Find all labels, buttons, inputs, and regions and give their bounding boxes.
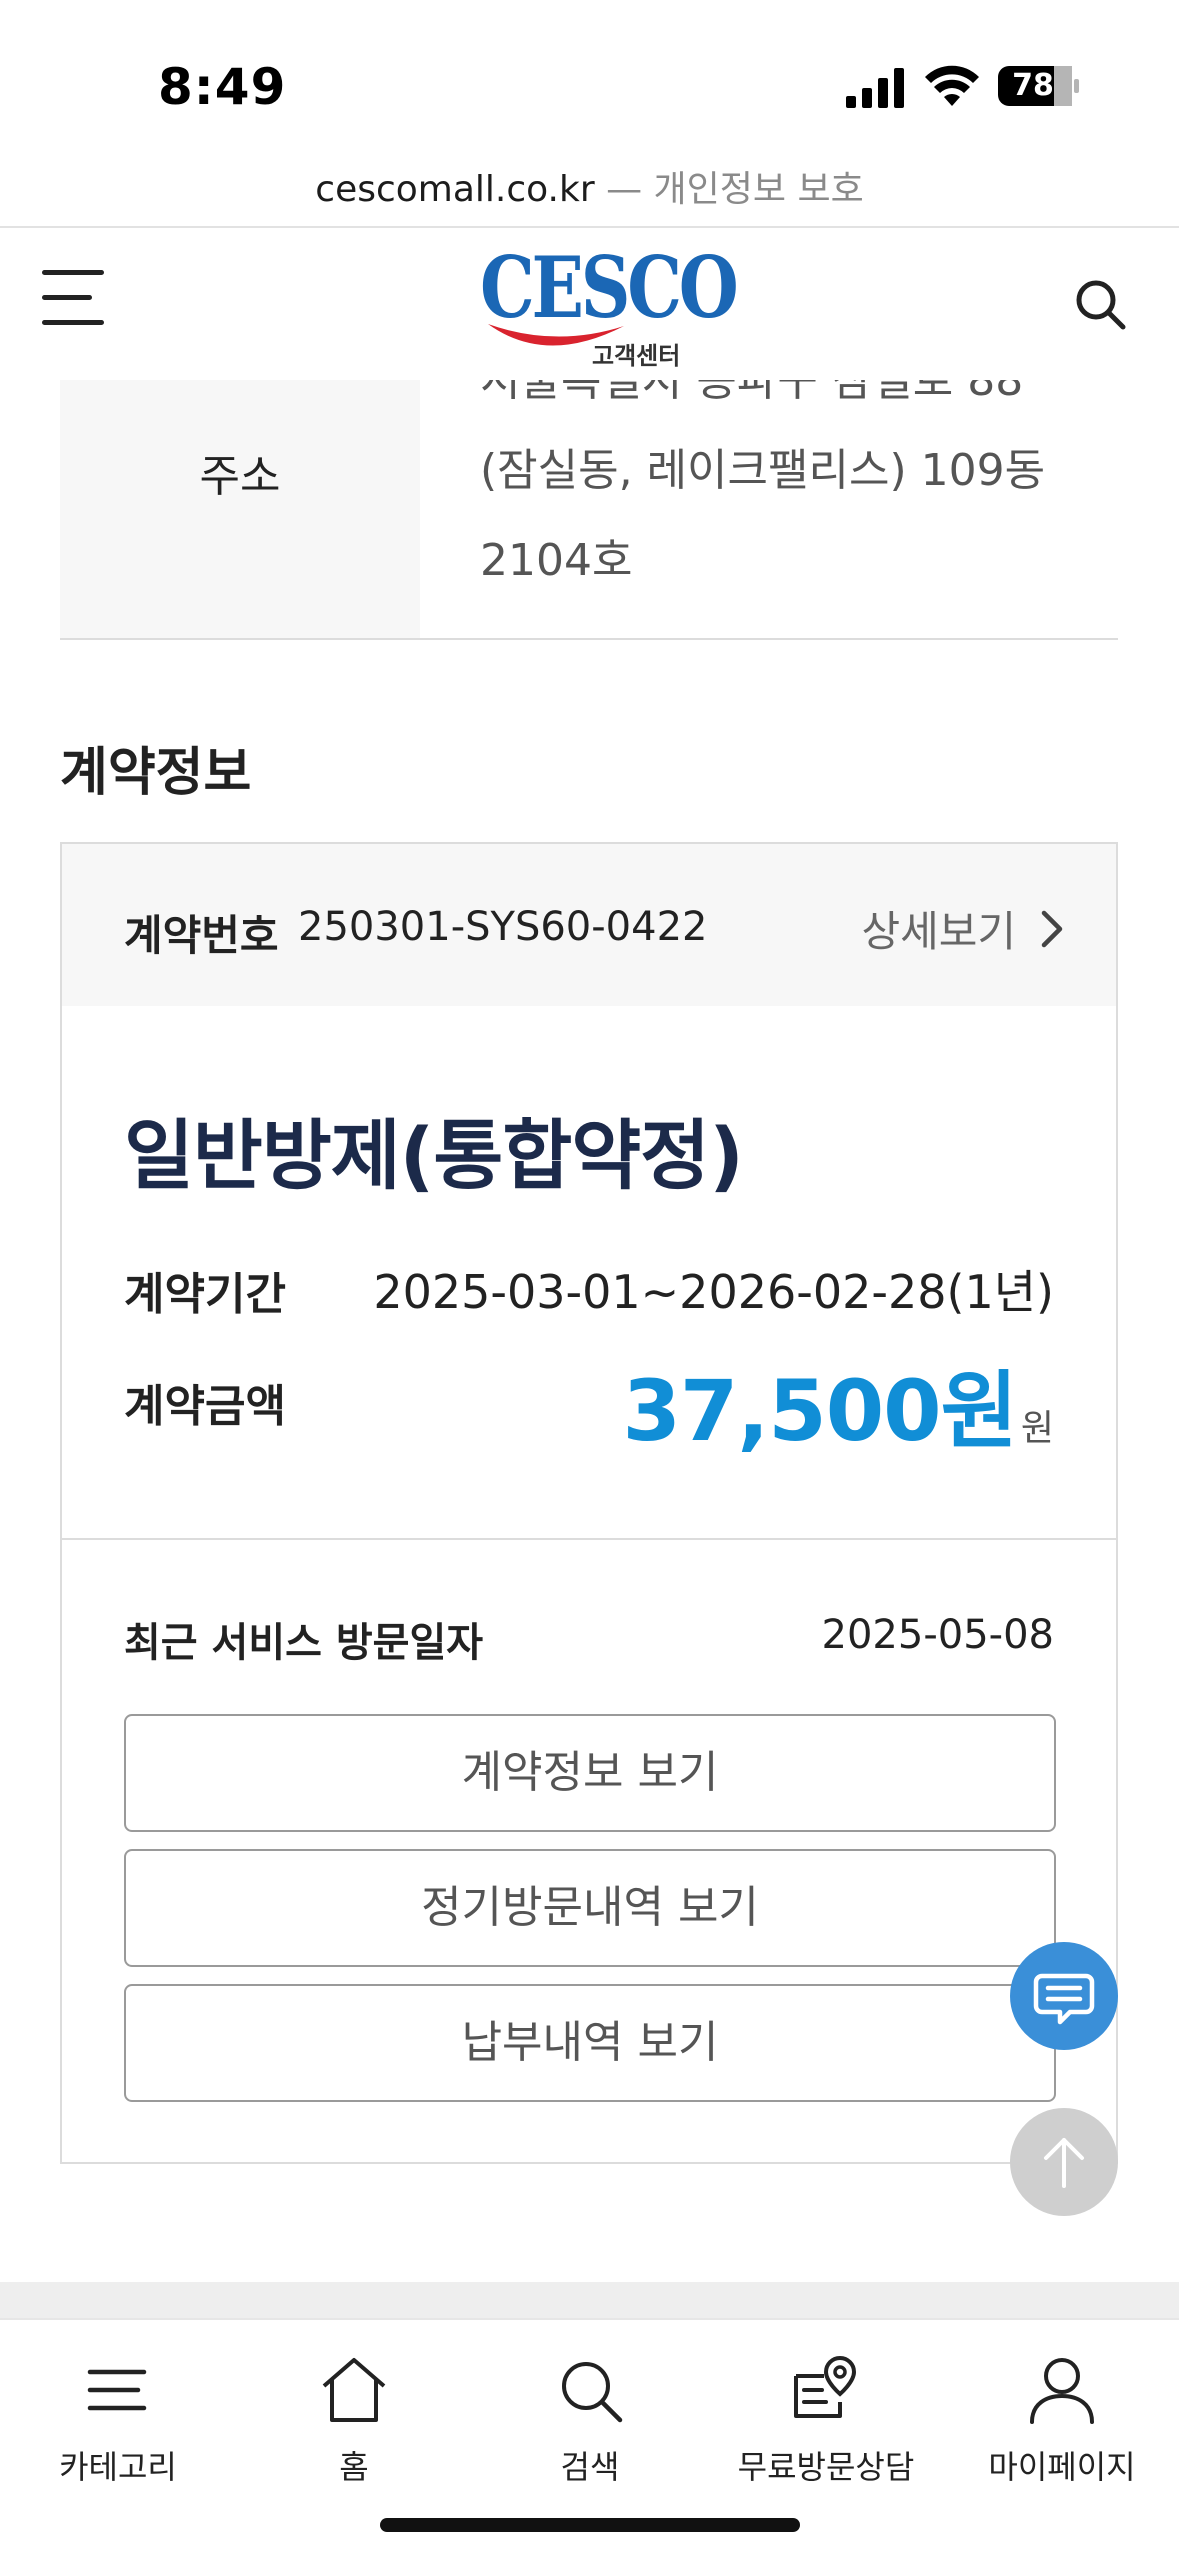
arrow-up-icon [1044,2138,1084,2188]
site-header: CESCO 고객센터 [0,228,1179,380]
product-name: 일반방제(통합약정) [124,1111,744,1200]
contract-number-label: 계약번호 [124,911,279,960]
scroll-top-button[interactable] [1010,2108,1118,2216]
hamburger-menu-icon[interactable] [42,270,106,334]
chat-icon [1033,1973,1095,2025]
url-privacy-text: — 개인정보 보호 [594,169,864,210]
section-title: 계약정보 [60,743,252,803]
consult-icon [794,2355,857,2418]
nav-item-free-consult[interactable]: 무료방문상담 [708,2354,944,2488]
status-bar: 8:49 78 [0,0,1179,150]
wifi-icon [925,65,979,106]
address-line: (잠실동, 레이크팰리스) 109동 [480,445,1046,496]
url-bar[interactable]: cescomall.co.kr — 개인정보 보호 [0,150,1179,228]
cesco-logo[interactable]: CESCO 고객센터 [480,238,739,370]
nav-label: 홈 [339,2448,369,2486]
nav-item-mypage[interactable]: 마이페이지 [944,2354,1179,2488]
view-payment-history-button[interactable]: 납부내역 보기 [124,1984,1056,2102]
contract-amount-label: 계약금액 [124,1381,286,1432]
contract-period-label: 계약기간 [124,1269,286,1320]
contract-period-value: 2025-03-01~2026-02-28(1년) [373,1265,1054,1319]
chat-button[interactable] [1010,1942,1118,2050]
view-contract-info-button[interactable]: 계약정보 보기 [124,1714,1056,1832]
nav-label: 카테고리 [59,2448,177,2486]
card-divider [62,1538,1116,1540]
nav-item-category[interactable]: 카테고리 [0,2354,236,2488]
last-visit-value: 2025-05-08 [821,1612,1054,1658]
chevron-right-icon [1041,910,1063,947]
nav-item-home[interactable]: 홈 [236,2354,472,2488]
address-line: 2104호 [480,535,633,586]
cellular-signal-icon [846,68,904,108]
content-footer-band [0,2282,1179,2318]
user-icon [1030,2358,1094,2424]
contract-amount: 37,500원 원 [622,1344,1054,1465]
contract-card: 계약번호 250301-SYS60-0422 상세보기 일반방제(통합약정) 계… [60,842,1118,2164]
status-time: 8:49 [158,58,287,116]
contract-amount-unit: 원 [1020,1408,1054,1449]
home-icon [322,2358,386,2422]
detail-view-label: 상세보기 [861,907,1016,956]
detail-view-link[interactable]: 상세보기 [861,898,1064,959]
nav-label: 검색 [560,2448,620,2486]
battery-icon: 78 [998,66,1080,106]
search-icon [562,2362,623,2423]
view-regular-visits-button[interactable]: 정기방문내역 보기 [124,1849,1056,1967]
address-label-cell: 주소 [60,380,420,638]
contract-card-header: 계약번호 250301-SYS60-0422 상세보기 [62,844,1116,1006]
nav-label: 무료방문상담 [737,2448,915,2486]
logo-subtitle: 고객센터 [592,342,681,370]
nav-item-search[interactable]: 검색 [472,2354,708,2488]
contract-amount-value: 37,500원 [622,1362,1017,1460]
url-domain: cescomall.co.kr [315,169,595,210]
last-visit-label: 최근 서비스 방문일자 [124,1620,484,1666]
nav-label: 마이페이지 [988,2448,1136,2486]
search-icon[interactable] [1072,276,1128,332]
home-indicator[interactable] [380,2518,800,2532]
contract-number-value: 250301-SYS60-0422 [298,904,708,950]
battery-level: 78 [1012,68,1054,103]
address-row: 주소 서울특별시 송파구 잠실로 88 (잠실동, 레이크팰리스) 109동 2… [60,355,1118,640]
menu-icon [87,2369,147,2411]
address-label: 주소 [199,451,281,502]
